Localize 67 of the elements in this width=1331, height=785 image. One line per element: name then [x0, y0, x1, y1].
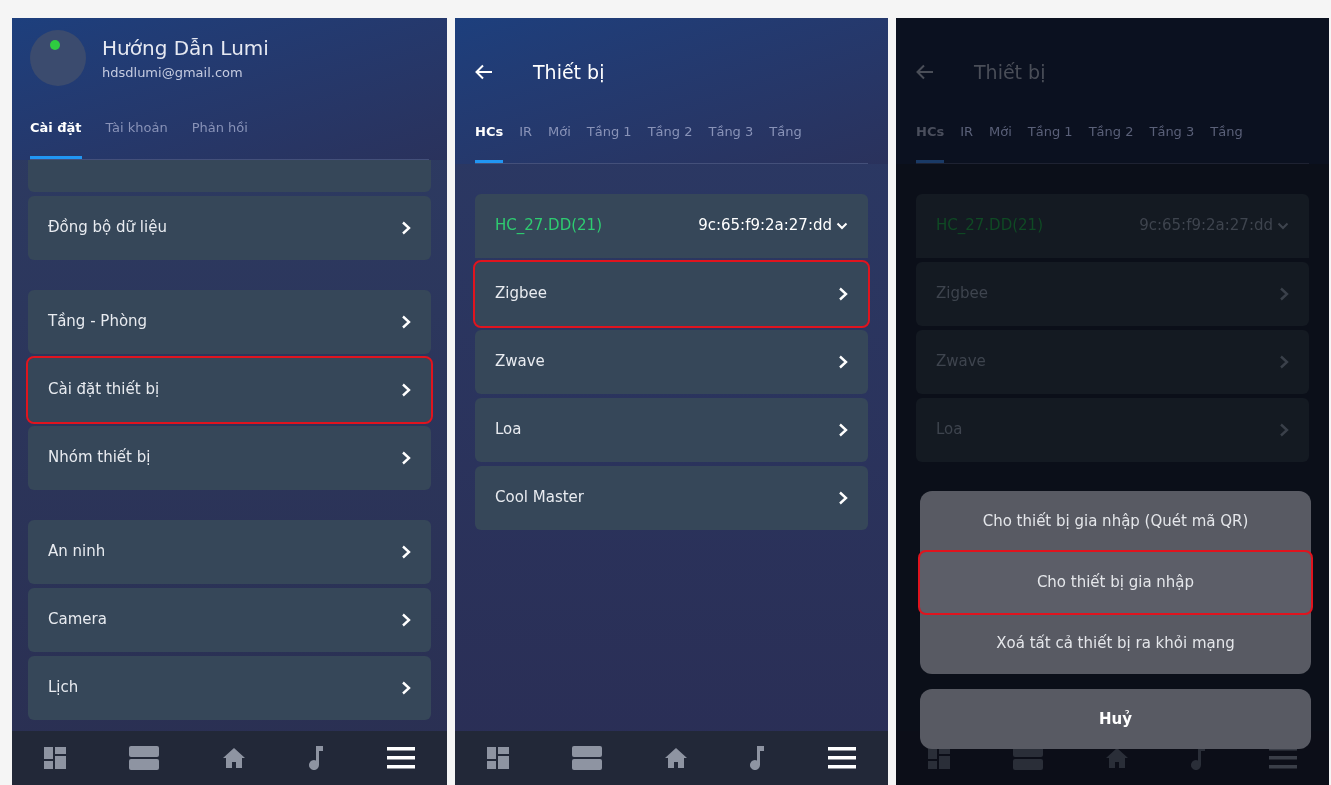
dashboard-icon[interactable] — [44, 747, 66, 769]
menu-row[interactable]: Nhóm thiết bị — [28, 425, 431, 490]
tab[interactable]: IR — [519, 122, 533, 163]
chevron-right-icon — [401, 680, 411, 695]
menu-row[interactable]: Lịch — [28, 655, 431, 720]
tab[interactable]: Mới — [989, 122, 1012, 163]
menu-row[interactable]: An ninh — [28, 519, 431, 584]
tab[interactable]: Tầng 3 — [1149, 122, 1195, 163]
chevron-right-icon — [838, 286, 848, 301]
menu-icon[interactable] — [828, 747, 856, 769]
tab[interactable]: IR — [960, 122, 974, 163]
chevron-right-icon — [401, 382, 411, 397]
menu-row[interactable]: Tầng - Phòng — [28, 289, 431, 354]
dashboard-icon[interactable] — [928, 747, 950, 769]
chevron-right-icon — [838, 354, 848, 369]
home-icon[interactable] — [664, 748, 687, 768]
menu-row[interactable]: Cool Master — [475, 465, 868, 530]
tab[interactable]: Tầng — [1210, 122, 1243, 163]
rows-icon[interactable] — [129, 746, 160, 770]
chevron-right-icon — [1279, 422, 1289, 437]
tab[interactable]: Tầng — [769, 122, 802, 163]
tab[interactable]: Tầng 2 — [1088, 122, 1134, 163]
chevron-down-icon — [1277, 221, 1289, 230]
cancel-button[interactable]: Huỷ — [920, 689, 1311, 749]
tab[interactable]: Tài khoản — [105, 118, 168, 159]
chevron-right-icon — [1279, 354, 1289, 369]
chevron-right-icon — [838, 422, 848, 437]
action-sheet-option[interactable]: Cho thiết bị gia nhập — [920, 552, 1311, 613]
dashboard-icon[interactable] — [487, 747, 509, 769]
chevron-right-icon — [401, 314, 411, 329]
menu-row[interactable]: Zigbee — [475, 261, 868, 326]
chevron-right-icon — [838, 490, 848, 505]
screen-title: Thiết bị — [974, 59, 1046, 85]
tab[interactable]: Tầng 1 — [586, 122, 632, 163]
tab[interactable]: Mới — [548, 122, 571, 163]
tab[interactable]: Tầng 2 — [647, 122, 693, 163]
chevron-right-icon — [401, 612, 411, 627]
online-status-icon — [50, 40, 60, 50]
action-sheet-option[interactable]: Xoá tất cả thiết bị ra khỏi mạng — [920, 613, 1311, 674]
chevron-right-icon — [401, 220, 411, 235]
menu-row[interactable]: Zwave — [475, 329, 868, 394]
tab[interactable]: HCs — [916, 122, 945, 163]
rows-icon[interactable] — [571, 746, 602, 770]
tab[interactable]: Tầng 3 — [708, 122, 754, 163]
menu-icon[interactable] — [387, 747, 415, 769]
music-note-icon[interactable] — [307, 746, 324, 770]
tab[interactable]: Tầng 1 — [1027, 122, 1073, 163]
home-icon[interactable] — [1105, 748, 1128, 768]
action-sheet-option[interactable]: Cho thiết bị gia nhập (Quét mã QR) — [920, 491, 1311, 552]
tab[interactable]: Phản hồi — [191, 118, 248, 159]
hub-name: HC_27.DD(21) — [495, 215, 602, 237]
chevron-down-icon — [836, 221, 848, 230]
chevron-right-icon — [401, 450, 411, 465]
chevron-right-icon — [1279, 286, 1289, 301]
menu-row[interactable]: Cài đặt thiết bị — [28, 357, 431, 422]
chevron-right-icon — [401, 544, 411, 559]
music-note-icon[interactable] — [749, 746, 766, 770]
profile-email: hdsdlumi@gmail.com — [102, 64, 244, 83]
mac-address: 9c:65:f9:2a:27:dd — [698, 215, 832, 237]
tab[interactable]: HCs — [475, 122, 504, 163]
screen-title: Thiết bị — [533, 59, 605, 85]
menu-row[interactable]: Đồng bộ dữ liệu — [28, 195, 431, 260]
hub-row[interactable]: HC_27.DD(21) 9c:65:f9:2a:27:dd — [475, 193, 868, 258]
profile-name: Hướng Dẫn Lumi — [102, 35, 269, 63]
home-icon[interactable] — [222, 748, 245, 768]
menu-row[interactable]: Loa — [475, 397, 868, 462]
menu-row[interactable]: Camera — [28, 587, 431, 652]
